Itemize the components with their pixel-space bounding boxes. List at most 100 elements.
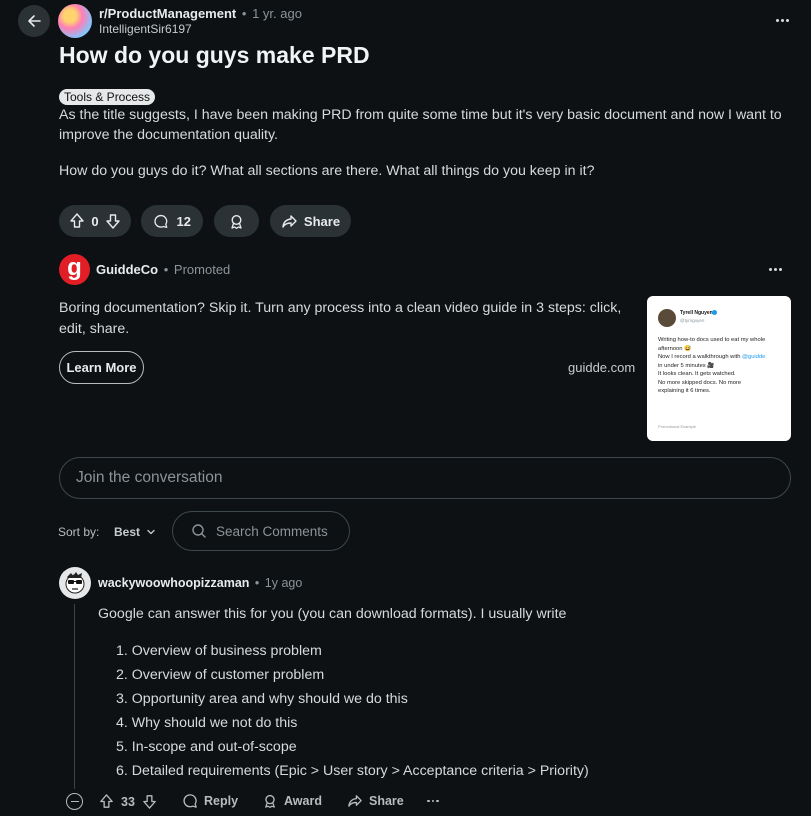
- comment-meta: wackywoowhoopizzaman • 1y ago: [98, 576, 302, 590]
- award-icon: [265, 794, 275, 809]
- list-item: 4. Why should we not do this: [116, 715, 298, 731]
- ad-meta: GuiddeCo • Promoted: [96, 262, 230, 277]
- sort-value: Best: [114, 525, 141, 539]
- ad-promoted-tag: Promoted: [173, 262, 231, 277]
- comment-text: Google can answer this for you (you can …: [98, 606, 567, 622]
- ad-image[interactable]: Tyrell Nguyen @tyrnguyen Writing how-to …: [647, 296, 791, 441]
- subreddit-avatar[interactable]: [58, 4, 92, 38]
- comment-icon: [154, 214, 168, 228]
- tweet-line: explaining it 6 times.: [658, 388, 711, 394]
- tweet-text: Writing how-to docs used to eat my whole…: [658, 336, 786, 396]
- list-item: 5. In-scope and out-of-scope: [116, 739, 297, 755]
- chevron-down-icon: [147, 529, 155, 535]
- post-age: 1 yr. ago: [252, 6, 302, 21]
- sort-label: Sort by:: [58, 525, 100, 539]
- subreddit-link[interactable]: r/ProductManagement: [99, 6, 236, 21]
- share-icon: [282, 214, 297, 228]
- post-author[interactable]: IntelligentSir6197: [99, 22, 192, 36]
- upvote-icon[interactable]: [68, 212, 86, 230]
- ad-text-line: edit, share.: [59, 321, 130, 337]
- tweet-line: Now I record a walkthrough with @guidde: [658, 353, 786, 362]
- more-icon-dot: [778, 267, 782, 271]
- tweet-footer: Promotional Example: [658, 424, 697, 429]
- verified-icon: [712, 310, 717, 315]
- meta-separator: •: [254, 576, 260, 590]
- list-item: 6. Detailed requirements (Epic > User st…: [116, 763, 589, 779]
- vote-count: 0: [91, 213, 99, 229]
- tweet-name: Tyrell Nguyen: [680, 310, 713, 316]
- tweet-line: No more skipped docs. No more: [658, 379, 742, 386]
- join-conversation-input[interactable]: Join the conversation: [59, 457, 791, 499]
- more-icon: [427, 799, 430, 803]
- tweet-handle: @tyrnguyen: [680, 318, 705, 323]
- tweet-line: Writing how-to docs used to eat my whole: [658, 337, 766, 343]
- meta-separator: •: [241, 6, 247, 21]
- share-icon: [348, 795, 362, 807]
- post-flair[interactable]: Tools & Process: [59, 89, 156, 105]
- award-label: Award: [284, 794, 322, 808]
- sort-dropdown[interactable]: Best: [114, 525, 156, 539]
- ad-text: Boring documentation? Skip it. Turn any …: [59, 298, 624, 340]
- comment-vote-count: 33: [121, 794, 135, 809]
- award-icon: [231, 214, 242, 229]
- ad-advertiser[interactable]: GuiddeCo: [96, 262, 158, 277]
- ad-logo[interactable]: g: [59, 254, 90, 285]
- more-icon-dot: [773, 267, 777, 271]
- search-comments-input[interactable]: Search Comments: [172, 511, 350, 551]
- post-body-line: As the title suggests, I have been makin…: [59, 107, 782, 123]
- comment-more-button[interactable]: [425, 798, 441, 804]
- post-more-button[interactable]: [770, 12, 794, 28]
- collapse-icon: [70, 800, 79, 803]
- comment-list: 1. Overview of business problem 2. Overv…: [116, 642, 589, 786]
- learn-more-button[interactable]: Learn More: [59, 351, 144, 384]
- collapse-button[interactable]: [66, 793, 83, 810]
- list-item: 3. Opportunity area and why should we do…: [116, 691, 408, 707]
- downvote-icon[interactable]: [104, 212, 122, 230]
- back-button[interactable]: [18, 5, 50, 37]
- comment-vote-control: 33: [98, 793, 158, 810]
- share-label: Share: [303, 213, 341, 229]
- tweet-line-text: Now I record a walkthrough with: [658, 354, 743, 360]
- post-meta: r/ProductManagement • 1 yr. ago: [99, 6, 302, 21]
- more-icon-dot: [436, 799, 439, 803]
- ad-domain[interactable]: guidde.com: [568, 360, 635, 375]
- award-button[interactable]: [214, 205, 259, 237]
- ad-more-button[interactable]: [764, 263, 786, 275]
- tweet-avatar: [658, 309, 676, 327]
- ad-text-line: Boring documentation? Skip it. Turn any …: [59, 300, 622, 316]
- more-icon: [775, 18, 779, 22]
- search-comments-placeholder: Search Comments: [216, 523, 328, 539]
- more-icon-dot: [431, 799, 435, 803]
- reply-label: Reply: [204, 794, 239, 808]
- more-icon-dot: [785, 18, 789, 22]
- comment-count: 12: [176, 213, 191, 229]
- vote-control: 0: [59, 205, 131, 237]
- comment-username[interactable]: wackywoowhoopizzaman: [98, 576, 249, 590]
- post-body-paragraph: How do you guys do it? What all sections…: [59, 163, 595, 179]
- more-icon-dot: [780, 18, 784, 22]
- avatar-image: [65, 572, 85, 594]
- meta-separator: •: [163, 262, 169, 277]
- reply-button[interactable]: Reply: [182, 793, 238, 809]
- avatar[interactable]: [59, 567, 91, 599]
- more-icon: [768, 267, 772, 271]
- tweet-line: in under 5 minutes 🎥: [658, 362, 715, 369]
- search-icon: [192, 524, 206, 538]
- post-title: How do you guys make PRD: [59, 42, 370, 68]
- comment-age: 1y ago: [264, 576, 303, 590]
- share-button[interactable]: Share: [270, 205, 351, 237]
- comments-button[interactable]: 12: [141, 205, 203, 237]
- comment-icon: [183, 794, 197, 808]
- list-item: 1. Overview of business problem: [116, 643, 322, 659]
- comment-share-button[interactable]: Share: [347, 793, 404, 809]
- share-label: Share: [369, 794, 404, 808]
- thread-line[interactable]: [74, 604, 75, 789]
- back-arrow-icon: [28, 15, 41, 27]
- upvote-icon[interactable]: [98, 793, 115, 810]
- post-body-paragraph: As the title suggests, I have been makin…: [59, 105, 789, 145]
- comment-award-button[interactable]: Award: [262, 793, 322, 809]
- post-body-line: improve the documentation quality.: [59, 127, 278, 143]
- downvote-icon[interactable]: [141, 793, 158, 810]
- tweet-line: It looks clean. It gets watched.: [658, 371, 736, 377]
- tweet-mention: @guidde: [742, 354, 766, 360]
